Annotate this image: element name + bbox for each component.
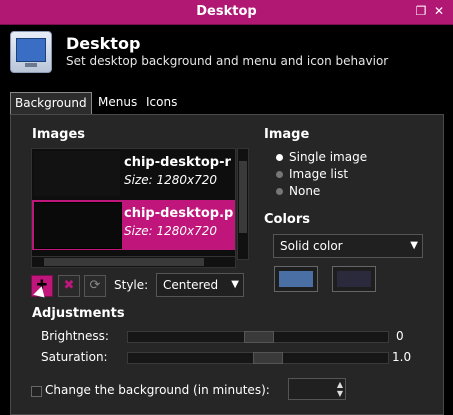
desktop-settings-icon xyxy=(10,31,52,73)
secondary-color-button[interactable] xyxy=(332,266,376,292)
list-item[interactable]: chip-desktop-r Size: 1280x720 xyxy=(32,149,235,199)
chevron-down-icon: ▼ xyxy=(410,240,418,251)
image-size: Size: 1280x720 xyxy=(124,224,218,238)
list-item[interactable]: chip-desktop.p Size: 1280x720 xyxy=(32,200,235,250)
brightness-label: Brightness: xyxy=(41,329,109,343)
refresh-icon: ⟳ xyxy=(89,278,101,293)
tab-menus[interactable]: Menus xyxy=(94,92,141,113)
dialog-title: Desktop xyxy=(66,34,141,53)
image-name: chip-desktop-r xyxy=(124,155,231,170)
adjustments-label: Adjustments xyxy=(32,306,125,321)
style-value: Centered xyxy=(163,278,219,292)
restore-icon[interactable]: ❐ xyxy=(414,4,428,18)
radio-none[interactable]: None xyxy=(276,184,320,198)
image-list-horizontal-scrollbar[interactable] xyxy=(31,256,236,268)
image-size: Size: 1280x720 xyxy=(124,173,218,187)
change-background-label: Change the background (in minutes): xyxy=(45,383,270,397)
radio-image-list[interactable]: Image list xyxy=(276,167,348,181)
dialog-subtitle: Set desktop background and menu and icon… xyxy=(66,54,389,68)
color-style-select[interactable]: Solid color ▼ xyxy=(273,234,423,258)
remove-icon: ✖ xyxy=(63,278,75,293)
image-mode-label: Image xyxy=(264,127,310,142)
images-label: Images xyxy=(32,127,86,142)
remove-image-button[interactable]: ✖ xyxy=(58,275,80,297)
spin-arrows-icon[interactable]: ▲ ▼ xyxy=(337,380,343,398)
image-thumbnail xyxy=(34,202,122,249)
close-icon[interactable]: ✕ xyxy=(432,4,446,18)
brightness-slider[interactable] xyxy=(127,331,389,343)
background-panel: Images chip-desktop-r Size: 1280x720 chi… xyxy=(10,114,444,415)
minutes-spinbutton[interactable]: ▲ ▼ xyxy=(288,378,346,400)
window-title: Desktop xyxy=(196,4,257,19)
tab-icons[interactable]: Icons xyxy=(142,92,181,113)
refresh-button[interactable]: ⟳ xyxy=(84,275,106,297)
saturation-slider[interactable] xyxy=(127,352,389,364)
image-list-vertical-scrollbar[interactable] xyxy=(237,148,249,260)
tab-background[interactable]: Background xyxy=(10,92,92,114)
image-thumbnail xyxy=(34,151,120,196)
color-style-value: Solid color xyxy=(280,239,343,253)
saturation-value: 1.0 xyxy=(392,350,412,364)
chevron-down-icon: ▼ xyxy=(231,279,239,290)
style-select[interactable]: Centered ▼ xyxy=(156,273,244,297)
saturation-label: Saturation: xyxy=(41,350,108,364)
image-name: chip-desktop.p xyxy=(124,206,234,221)
title-bar: Desktop ❐ ✕ xyxy=(0,0,453,25)
brightness-value: 0 xyxy=(396,329,404,343)
colors-label: Colors xyxy=(264,212,311,227)
style-label: Style: xyxy=(114,278,149,292)
dialog-header: Desktop Set desktop background and menu … xyxy=(0,25,453,83)
radio-single-image[interactable]: Single image xyxy=(276,150,367,164)
image-list[interactable]: chip-desktop-r Size: 1280x720 chip-deskt… xyxy=(31,148,236,258)
change-background-checkbox[interactable] xyxy=(31,386,42,397)
primary-color-button[interactable] xyxy=(274,266,318,292)
